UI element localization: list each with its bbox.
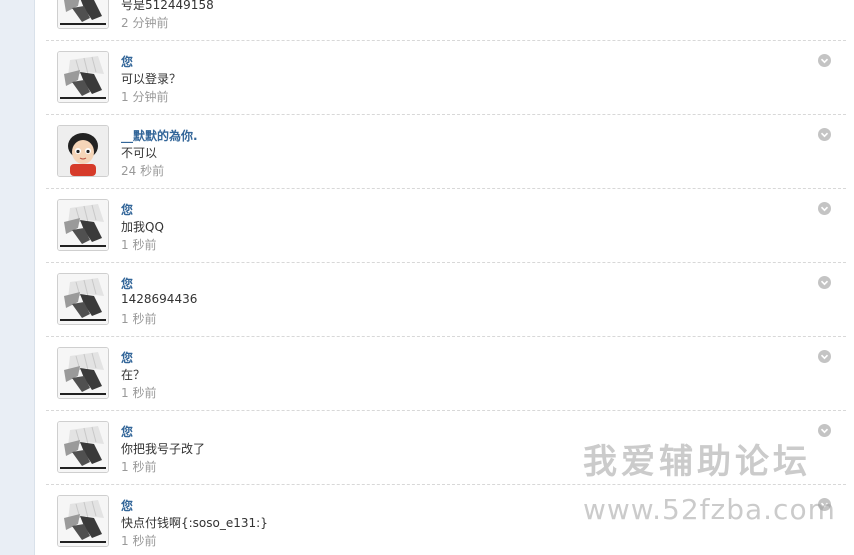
- anime-avatar[interactable]: [57, 273, 109, 325]
- message-text: 快点付钱啊{:soso_e131:}: [121, 516, 268, 530]
- message-author[interactable]: 您: [121, 201, 133, 218]
- message-text: 1428694436: [121, 292, 198, 306]
- anime-avatar[interactable]: [57, 347, 109, 399]
- message-item: 您 加我QQ 1 秒前: [46, 189, 846, 263]
- chevron-down-icon[interactable]: [818, 202, 831, 215]
- message-time: 2 分钟前: [121, 16, 169, 30]
- cartoon-child-avatar[interactable]: [57, 125, 109, 177]
- message-item: 您 快点付钱啊{:soso_e131:} 1 秒前: [46, 485, 846, 555]
- message-time: 1 秒前: [121, 386, 157, 400]
- message-author[interactable]: 您: [121, 53, 133, 70]
- chevron-down-icon[interactable]: [818, 128, 831, 141]
- anime-avatar[interactable]: [57, 51, 109, 103]
- message-time: 1 秒前: [121, 312, 157, 326]
- chevron-down-icon[interactable]: [818, 276, 831, 289]
- message-author[interactable]: 您: [121, 423, 133, 440]
- anime-avatar[interactable]: [57, 421, 109, 473]
- anime-avatar[interactable]: [57, 199, 109, 251]
- message-text: 不可以: [121, 146, 158, 160]
- message-item: __默默的為你. 不可以 24 秒前: [46, 115, 846, 189]
- message-item: 号是512449158 2 分钟前: [46, 0, 846, 41]
- message-time: 1 分钟前: [121, 90, 169, 104]
- message-author[interactable]: __默默的為你.: [121, 127, 198, 144]
- message-time: 1 秒前: [121, 534, 157, 548]
- message-text: 加我QQ: [121, 220, 164, 234]
- message-text: 你把我号子改了: [121, 442, 206, 456]
- message-time: 1 秒前: [121, 238, 157, 252]
- message-time: 1 秒前: [121, 460, 157, 474]
- message-time: 24 秒前: [121, 164, 165, 178]
- message-text: 在？: [121, 368, 146, 382]
- message-text: 号是512449158: [121, 0, 214, 12]
- chevron-down-icon[interactable]: [818, 54, 831, 67]
- message-author[interactable]: 您: [121, 275, 133, 292]
- message-item: 您 在？ 1 秒前: [46, 337, 846, 411]
- message-item: 您 可以登录？ 1 分钟前: [46, 41, 846, 115]
- message-item: 您 你把我号子改了 1 秒前: [46, 411, 846, 485]
- message-list: 号是512449158 2 分钟前 您 可以登录？ 1 分钟前 __默默的為你.…: [46, 0, 846, 555]
- message-page: 号是512449158 2 分钟前 您 可以登录？ 1 分钟前 __默默的為你.…: [0, 0, 854, 555]
- chevron-down-icon[interactable]: [818, 498, 831, 511]
- left-sidebar-rail: [0, 0, 35, 555]
- message-author[interactable]: 您: [121, 497, 133, 514]
- message-text: 可以登录？: [121, 72, 182, 86]
- chevron-down-icon[interactable]: [818, 424, 831, 437]
- anime-avatar[interactable]: [57, 495, 109, 547]
- message-item: 您 1428694436 1 秒前: [46, 263, 846, 337]
- chevron-down-icon[interactable]: [818, 350, 831, 363]
- message-author[interactable]: 您: [121, 349, 133, 366]
- anime-avatar[interactable]: [57, 0, 109, 29]
